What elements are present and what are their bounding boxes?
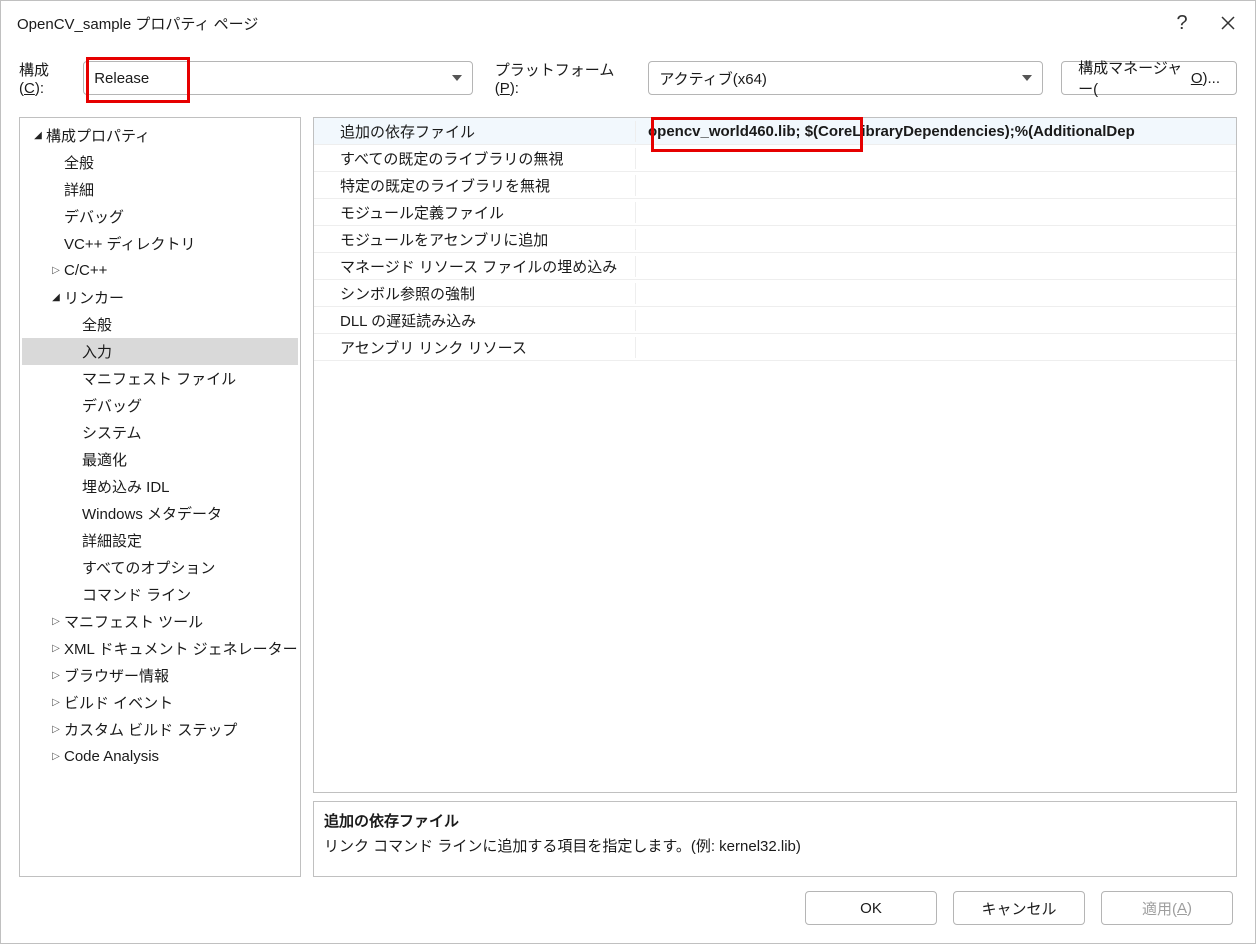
- chevron-right-icon[interactable]: ▷: [48, 724, 64, 735]
- property-label: シンボル参照の強制: [314, 283, 636, 304]
- property-row[interactable]: モジュール定義ファイル: [314, 199, 1236, 226]
- dialog-title: OpenCV_sample プロパティ ページ: [17, 13, 1159, 34]
- tree-item[interactable]: すべてのオプション: [22, 554, 298, 581]
- chevron-down-icon[interactable]: ◢: [30, 130, 46, 141]
- tree-panel[interactable]: ◢構成プロパティ全般詳細デバッグVC++ ディレクトリ▷C/C++◢リンカー全般…: [19, 117, 301, 877]
- tree-item-label: Code Analysis: [64, 748, 159, 765]
- tree-item[interactable]: 全般: [22, 311, 298, 338]
- tree-item[interactable]: Windows メタデータ: [22, 500, 298, 527]
- tree-item-label: ブラウザー情報: [64, 665, 169, 686]
- property-grid[interactable]: 追加の依存ファイルopencv_world460.lib; $(CoreLibr…: [313, 117, 1237, 793]
- tree-item-label: マニフェスト ツール: [64, 611, 203, 632]
- tree-item-label: XML ドキュメント ジェネレーター: [64, 638, 298, 659]
- tree-item-label: 構成プロパティ: [46, 125, 150, 146]
- tree-item-label: VC++ ディレクトリ: [64, 233, 195, 254]
- chevron-down-icon[interactable]: ◢: [48, 292, 64, 303]
- property-label: DLL の遅延読み込み: [314, 310, 636, 331]
- tree-item-label: マニフェスト ファイル: [82, 368, 236, 389]
- property-label: モジュールをアセンブリに追加: [314, 229, 636, 250]
- config-label: 構成(C):: [19, 59, 73, 97]
- tree-item-label: 全般: [82, 314, 112, 335]
- tree-item[interactable]: 詳細: [22, 176, 298, 203]
- chevron-right-icon[interactable]: ▷: [48, 670, 64, 681]
- tree-item-label: ビルド イベント: [64, 692, 173, 713]
- tree-item-label: Windows メタデータ: [82, 503, 222, 524]
- config-combo[interactable]: Release: [83, 61, 473, 95]
- description-panel: 追加の依存ファイル リンク コマンド ラインに追加する項目を指定します。(例: …: [313, 801, 1237, 877]
- tree-item-label: すべてのオプション: [82, 557, 215, 578]
- property-row[interactable]: アセンブリ リンク リソース: [314, 334, 1236, 361]
- config-manager-button[interactable]: 構成マネージャー(O)...: [1061, 61, 1237, 95]
- ok-button[interactable]: OK: [805, 891, 937, 925]
- property-row[interactable]: 特定の既定のライブラリを無視: [314, 172, 1236, 199]
- property-row[interactable]: マネージド リソース ファイルの埋め込み: [314, 253, 1236, 280]
- tree-item[interactable]: デバッグ: [22, 203, 298, 230]
- tree-item-label: リンカー: [64, 287, 124, 308]
- tree-item[interactable]: 詳細設定: [22, 527, 298, 554]
- property-row[interactable]: すべての既定のライブラリの無視: [314, 145, 1236, 172]
- chevron-right-icon[interactable]: ▷: [48, 616, 64, 627]
- property-row[interactable]: 追加の依存ファイルopencv_world460.lib; $(CoreLibr…: [314, 118, 1236, 145]
- tree-item[interactable]: 最適化: [22, 446, 298, 473]
- tree-item-label: カスタム ビルド ステップ: [64, 719, 237, 740]
- tree-item[interactable]: ◢構成プロパティ: [22, 122, 298, 149]
- tree-item[interactable]: ▷Code Analysis: [22, 743, 298, 770]
- tree-item[interactable]: ▷ブラウザー情報: [22, 662, 298, 689]
- platform-label: プラットフォーム(P):: [495, 59, 637, 97]
- chevron-right-icon[interactable]: ▷: [48, 751, 64, 762]
- tree-item[interactable]: ▷XML ドキュメント ジェネレーター: [22, 635, 298, 662]
- tree-item[interactable]: 全般: [22, 149, 298, 176]
- help-button[interactable]: ?: [1159, 7, 1205, 39]
- tree-item[interactable]: システム: [22, 419, 298, 446]
- tree-item-label: コマンド ライン: [82, 584, 191, 605]
- tree-item-label: 全般: [64, 152, 94, 173]
- tree-item-label: 詳細: [64, 179, 94, 200]
- chevron-right-icon[interactable]: ▷: [48, 697, 64, 708]
- tree-item-label: デバッグ: [82, 395, 142, 416]
- tree-item[interactable]: ▷ビルド イベント: [22, 689, 298, 716]
- tree-item[interactable]: ▷マニフェスト ツール: [22, 608, 298, 635]
- platform-combo[interactable]: アクティブ(x64): [648, 61, 1043, 95]
- property-label: モジュール定義ファイル: [314, 202, 636, 223]
- tree-item[interactable]: コマンド ライン: [22, 581, 298, 608]
- property-row[interactable]: シンボル参照の強制: [314, 280, 1236, 307]
- tree-item-label: 最適化: [82, 449, 127, 470]
- tree-item-label: 詳細設定: [82, 530, 142, 551]
- chevron-right-icon[interactable]: ▷: [48, 265, 64, 276]
- property-label: 特定の既定のライブラリを無視: [314, 175, 636, 196]
- tree-item[interactable]: VC++ ディレクトリ: [22, 230, 298, 257]
- tree-item-label: デバッグ: [64, 206, 124, 227]
- tree-item-label: システム: [82, 422, 142, 443]
- description-title: 追加の依存ファイル: [324, 810, 1226, 831]
- config-value: Release: [94, 70, 149, 87]
- apply-button[interactable]: 適用(A): [1101, 891, 1233, 925]
- tree-item[interactable]: 入力: [22, 338, 298, 365]
- tree-item[interactable]: ▷カスタム ビルド ステップ: [22, 716, 298, 743]
- property-label: マネージド リソース ファイルの埋め込み: [314, 256, 636, 277]
- tree-item-label: 入力: [82, 341, 112, 362]
- tree-item-label: C/C++: [64, 262, 107, 279]
- chevron-right-icon[interactable]: ▷: [48, 643, 64, 654]
- tree-item[interactable]: マニフェスト ファイル: [22, 365, 298, 392]
- tree-item[interactable]: 埋め込み IDL: [22, 473, 298, 500]
- property-row[interactable]: DLL の遅延読み込み: [314, 307, 1236, 334]
- property-row[interactable]: モジュールをアセンブリに追加: [314, 226, 1236, 253]
- property-value[interactable]: opencv_world460.lib; $(CoreLibraryDepend…: [636, 123, 1236, 140]
- cancel-button[interactable]: キャンセル: [953, 891, 1085, 925]
- property-label: すべての既定のライブラリの無視: [314, 148, 636, 169]
- property-label: 追加の依存ファイル: [314, 121, 636, 142]
- platform-value: アクティブ(x64): [659, 68, 767, 89]
- tree-item-label: 埋め込み IDL: [82, 476, 170, 497]
- description-text: リンク コマンド ラインに追加する項目を指定します。(例: kernel32.l…: [324, 835, 1226, 856]
- close-button[interactable]: [1205, 7, 1251, 39]
- tree-item[interactable]: ▷C/C++: [22, 257, 298, 284]
- property-label: アセンブリ リンク リソース: [314, 337, 636, 358]
- tree-item[interactable]: ◢リンカー: [22, 284, 298, 311]
- tree-item[interactable]: デバッグ: [22, 392, 298, 419]
